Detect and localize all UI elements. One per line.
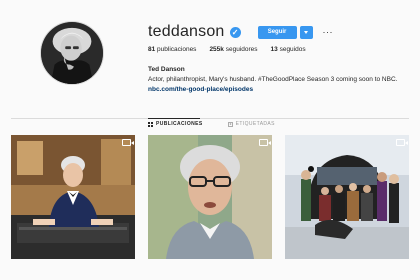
- verified-badge-icon: ✓: [229, 26, 241, 38]
- profile-stats: 81 publicaciones 255k seguidores 13 segu…: [148, 46, 319, 53]
- following-stat[interactable]: 13 seguidos: [271, 46, 306, 53]
- follow-button[interactable]: Seguir: [257, 25, 297, 39]
- suggested-dropdown-button[interactable]: [299, 25, 313, 39]
- avatar-photo: [41, 22, 103, 84]
- tab-etiquetadas[interactable]: ETIQUETADAS: [227, 121, 275, 127]
- active-tab-indicator: [148, 118, 200, 119]
- followers-count: 255k: [209, 46, 224, 53]
- tab-label: PUBLICACIONES: [156, 121, 203, 127]
- post-thumbnail[interactable]: [285, 135, 409, 259]
- followers-label: seguidores: [225, 46, 258, 53]
- more-options-icon[interactable]: ···: [323, 26, 334, 39]
- post-image: [11, 135, 135, 259]
- profile-tabs: PUBLICACIONES ETIQUETADAS: [148, 121, 300, 127]
- tag-icon: [227, 121, 233, 127]
- profile-bio: Ted Danson Actor, philanthropist, Mary's…: [148, 65, 397, 95]
- post-image: [148, 135, 272, 259]
- video-icon: [122, 139, 134, 146]
- tab-publicaciones[interactable]: PUBLICACIONES: [148, 121, 203, 127]
- followers-stat[interactable]: 255k seguidores: [209, 46, 257, 53]
- posts-count: 81: [148, 46, 156, 53]
- tab-label: ETIQUETADAS: [235, 121, 275, 127]
- post-thumbnail[interactable]: [148, 135, 272, 259]
- tabs-divider: [11, 118, 409, 119]
- profile-header: teddanson ✓ Seguir ···: [148, 23, 333, 41]
- bio-link[interactable]: nbc.com/the-good-place/episodes: [148, 85, 397, 95]
- full-name: Ted Danson: [148, 66, 185, 73]
- profile-avatar[interactable]: [40, 21, 104, 85]
- grid-icon: [148, 121, 153, 127]
- bio-text: Actor, philanthropist, Mary's husband. #…: [148, 76, 398, 83]
- video-icon: [396, 139, 408, 146]
- video-icon: [259, 139, 271, 146]
- post-thumbnail[interactable]: [11, 135, 135, 259]
- posts-label: publicaciones: [157, 46, 197, 53]
- following-label: seguidos: [279, 46, 306, 53]
- following-count: 13: [270, 46, 278, 53]
- post-image: [285, 135, 409, 259]
- username: teddanson: [148, 23, 225, 40]
- posts-stat: 81 publicaciones: [148, 46, 196, 53]
